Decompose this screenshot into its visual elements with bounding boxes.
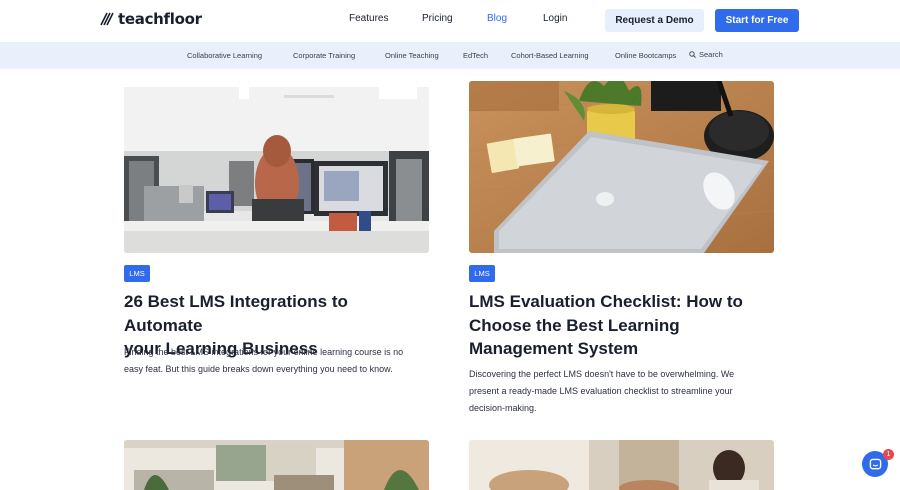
card-2-title-line-2: Choose the Best Learning xyxy=(469,315,680,335)
start-free-button[interactable]: Start for Free xyxy=(715,9,799,32)
card-1-description: Finding the best LMS integrations for yo… xyxy=(124,344,434,378)
card-2-desc-line-3: decision-making. xyxy=(469,403,537,413)
logo-icon xyxy=(100,12,114,26)
search-icon xyxy=(689,51,696,58)
nav-pricing[interactable]: Pricing xyxy=(422,13,453,24)
nav-login[interactable]: Login xyxy=(543,13,567,24)
subnav-item-corporate-training[interactable]: Corporate Training xyxy=(293,51,355,60)
top-navigation: teachfloor Features Pricing Blog Login R… xyxy=(0,0,900,42)
card-2-tag[interactable]: LMS xyxy=(469,265,495,282)
request-demo-button[interactable]: Request a Demo xyxy=(605,9,704,32)
card-1-title-line-1: 26 Best LMS Integrations to Automate xyxy=(124,292,348,335)
subnav-search[interactable]: Search xyxy=(689,50,723,59)
chat-notification-badge: 1 xyxy=(883,449,894,460)
nav-features[interactable]: Features xyxy=(349,13,388,24)
brand-name: teachfloor xyxy=(118,10,202,28)
card-2-description: Discovering the perfect LMS doesn't have… xyxy=(469,366,774,417)
room-photo xyxy=(124,440,429,490)
card-2-title[interactable]: LMS Evaluation Checklist: How to Choose … xyxy=(469,290,774,361)
card-2-title-line-1: LMS Evaluation Checklist: How to xyxy=(469,292,743,311)
people-photo xyxy=(469,440,774,490)
office-photo xyxy=(124,81,429,253)
search-label: Search xyxy=(699,50,723,59)
brand-logo[interactable]: teachfloor xyxy=(100,10,202,28)
subnav-item-online-bootcamps[interactable]: Online Bootcamps xyxy=(615,51,676,60)
chat-icon xyxy=(869,458,881,469)
card-2-desc-line-1: Discovering the perfect LMS doesn't have… xyxy=(469,369,735,379)
card-1-tag[interactable]: LMS xyxy=(124,265,150,282)
subnav-item-online-teaching[interactable]: Online Teaching xyxy=(385,51,439,60)
card-3-image[interactable] xyxy=(124,440,429,490)
subnav-item-collaborative-learning[interactable]: Collaborative Learning xyxy=(187,51,262,60)
card-1-desc-line-2: easy feat. But this guide breaks down ev… xyxy=(124,364,393,374)
category-subnav: Collaborative Learning Corporate Trainin… xyxy=(0,42,900,69)
desk-photo xyxy=(469,81,774,253)
card-1-desc-line-1: Finding the best LMS integrations for yo… xyxy=(124,347,404,357)
subnav-item-edtech[interactable]: EdTech xyxy=(463,51,488,60)
card-2-title-line-3: Management System xyxy=(469,339,639,358)
subnav-item-cohort-based-learning[interactable]: Cohort-Based Learning xyxy=(511,51,589,60)
card-4-image[interactable] xyxy=(469,440,774,490)
nav-blog[interactable]: Blog xyxy=(487,13,507,24)
card-2-desc-line-2: present a ready-made LMS evaluation chec… xyxy=(469,386,733,396)
card-2-image[interactable] xyxy=(469,81,774,253)
card-1-image[interactable] xyxy=(124,81,429,253)
